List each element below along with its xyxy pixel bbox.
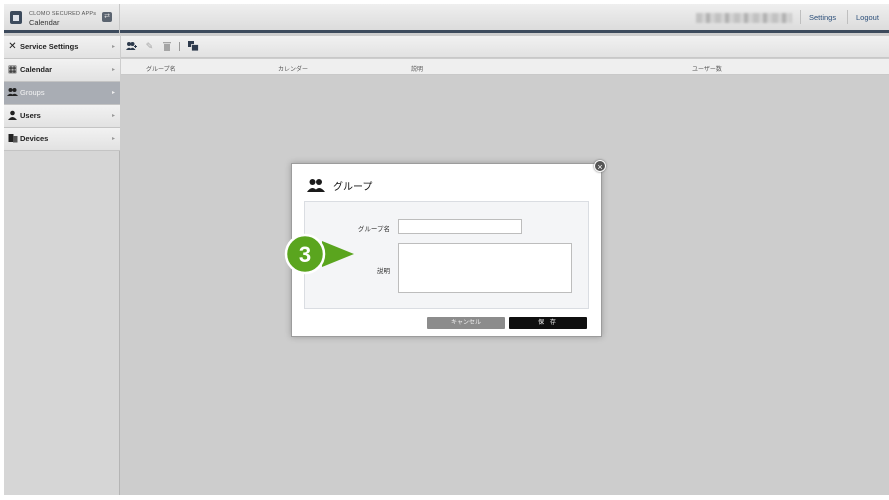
app-icon	[10, 11, 22, 24]
copy-icon[interactable]	[188, 41, 199, 52]
tools-icon: ✕	[8, 41, 17, 52]
groups-icon	[307, 178, 325, 192]
chevron-right-icon: ▸	[111, 113, 115, 119]
app-switch-icon[interactable]: ⇄	[102, 12, 112, 22]
sidebar-item-calendar[interactable]: ▦ Calendar ▸	[4, 59, 120, 82]
chevron-right-icon: ▸	[111, 90, 115, 96]
sidebar-item-users[interactable]: Users ▸	[4, 105, 120, 128]
table-header: グループ名 カレンダー 説明 ユーザー数	[121, 59, 889, 75]
sidebar-item-groups[interactable]: Groups ▸	[4, 82, 120, 105]
groups-icon	[7, 87, 18, 98]
chevron-right-icon: ▸	[111, 67, 115, 73]
column-header-calendar[interactable]: カレンダー	[278, 64, 308, 73]
sidebar-item-devices[interactable]: Devices ▸	[4, 128, 120, 151]
edit-icon[interactable]: ✎	[144, 41, 155, 52]
toolbar: ✎	[121, 36, 889, 58]
cancel-button[interactable]: キャンセル	[427, 317, 505, 329]
add-group-icon[interactable]	[126, 41, 137, 52]
column-header-description[interactable]: 説明	[411, 64, 423, 73]
logout-link[interactable]: Logout	[856, 13, 879, 22]
app-window: CLOMO SECURED APPs Calendar ⇄ Settings L…	[4, 4, 889, 495]
sidebar-item-service-settings[interactable]: ✕ Service Settings ▸	[4, 36, 120, 59]
header-divider	[800, 10, 801, 24]
description-textarea[interactable]	[398, 243, 572, 293]
sidebar-item-label: Users	[20, 111, 41, 120]
devices-icon	[7, 133, 18, 144]
step-marker: 3	[284, 233, 364, 275]
calendar-icon: ▦	[7, 64, 18, 75]
group-name-label: グループ名	[357, 226, 390, 233]
user-name-redacted	[696, 13, 792, 23]
save-button[interactable]: 保 存	[509, 317, 587, 329]
column-header-group-name[interactable]: グループ名	[146, 64, 176, 73]
step-marker-arrow	[322, 241, 354, 267]
dialog-title: グループ	[333, 182, 373, 193]
brand-subtitle: CLOMO SECURED APPs	[29, 11, 97, 17]
sidebar: ✕ Service Settings ▸ ▦ Calendar ▸ Groups…	[4, 36, 120, 495]
column-header-user-count[interactable]: ユーザー数	[692, 64, 722, 73]
group-name-input[interactable]	[398, 219, 522, 234]
sidebar-item-label: Groups	[20, 88, 45, 97]
chevron-right-icon: ▸	[111, 136, 115, 142]
user-icon	[7, 110, 18, 121]
chevron-right-icon: ▸	[111, 44, 115, 50]
delete-icon[interactable]	[161, 41, 172, 52]
settings-link[interactable]: Settings	[809, 13, 836, 22]
sidebar-item-label: Service Settings	[20, 42, 79, 51]
sidebar-item-label: Devices	[20, 134, 49, 143]
app-name: Calendar	[29, 18, 60, 27]
close-icon[interactable]: ×	[594, 160, 606, 172]
sidebar-item-label: Calendar	[20, 65, 53, 74]
toolbar-divider	[179, 42, 180, 51]
step-number: 3	[299, 242, 311, 267]
top-header: CLOMO SECURED APPs Calendar ⇄ Settings L…	[4, 4, 889, 33]
header-divider	[847, 10, 848, 24]
app-brand: CLOMO SECURED APPs Calendar ⇄	[4, 4, 120, 33]
